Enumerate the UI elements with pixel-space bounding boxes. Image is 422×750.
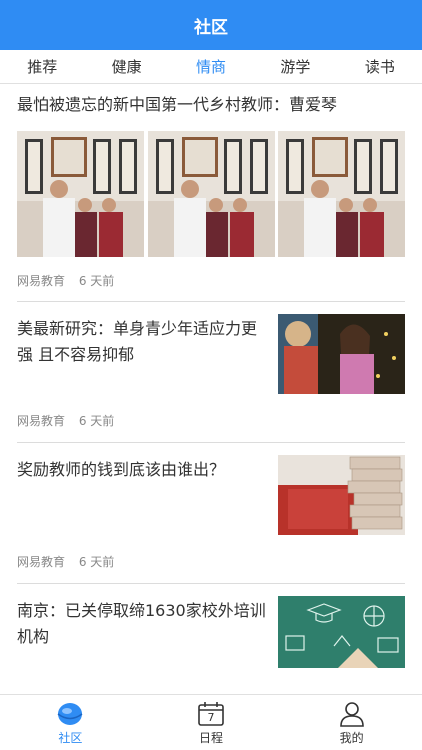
app-header: 社区 xyxy=(0,0,422,50)
article-photo xyxy=(147,131,275,257)
category-tabs: 推荐 健康 情商 游学 读书 xyxy=(0,50,422,84)
article-source: 网易教育 xyxy=(17,414,66,428)
article-title[interactable]: 最怕被遗忘的新中国第一代乡村教师：曹爱琴 xyxy=(17,92,405,118)
nav-community[interactable]: 社区 xyxy=(0,695,141,750)
nav-mine[interactable]: 我的 xyxy=(281,695,422,750)
calendar-day: 7 xyxy=(207,711,215,724)
article-photo xyxy=(278,131,405,257)
article-meta: 网易教育 6 天前 xyxy=(17,412,124,429)
tab-recommend[interactable]: 推荐 xyxy=(0,50,84,83)
community-icon xyxy=(57,703,83,725)
tab-study-tour[interactable]: 游学 xyxy=(253,50,337,83)
article-feed[interactable]: 最怕被遗忘的新中国第一代乡村教师：曹爱琴 网易教育 6 天前 美最新研究：单身青… xyxy=(0,84,422,694)
article-title[interactable]: 南京：已关停取缔1630家校外培训机构 xyxy=(17,598,269,650)
nav-community-label: 社区 xyxy=(58,731,83,745)
nav-mine-label: 我的 xyxy=(339,731,364,745)
nav-schedule-label: 日程 xyxy=(199,731,224,745)
tab-eq[interactable]: 情商 xyxy=(169,50,253,83)
article-meta: 网易教育 6 天前 xyxy=(17,553,124,570)
article-card[interactable]: 奖励教师的钱到底该由谁出？ 网易教育 6 天前 xyxy=(17,443,405,584)
article-title[interactable]: 美最新研究：单身青少年适应力更强 且不容易抑郁 xyxy=(17,316,269,368)
tab-health[interactable]: 健康 xyxy=(84,50,168,83)
article-time: 6 天前 xyxy=(78,555,115,569)
user-icon xyxy=(339,702,364,727)
article-source: 网易教育 xyxy=(17,274,66,288)
article-title[interactable]: 奖励教师的钱到底该由谁出？ xyxy=(17,457,269,483)
article-time: 6 天前 xyxy=(78,414,115,428)
article-photo xyxy=(278,596,405,668)
article-photo xyxy=(278,314,405,394)
article-time: 6 天前 xyxy=(78,274,115,288)
calendar-icon: 7 xyxy=(197,701,225,727)
article-card[interactable]: 最怕被遗忘的新中国第一代乡村教师：曹爱琴 网易教育 6 天前 xyxy=(17,84,405,302)
bottom-navigation: 社区 7 日程 我的 xyxy=(0,694,422,750)
article-card[interactable]: 美最新研究：单身青少年适应力更强 且不容易抑郁 网易教育 6 天前 xyxy=(17,302,405,443)
article-card[interactable]: 南京：已关停取缔1630家校外培训机构 xyxy=(17,584,405,694)
tab-reading[interactable]: 读书 xyxy=(338,50,422,83)
nav-schedule[interactable]: 7 日程 xyxy=(141,695,282,750)
article-meta: 网易教育 6 天前 xyxy=(17,272,124,289)
page-title: 社区 xyxy=(194,17,228,38)
article-photo xyxy=(278,455,405,535)
article-source: 网易教育 xyxy=(17,555,66,569)
article-photo xyxy=(17,131,144,257)
